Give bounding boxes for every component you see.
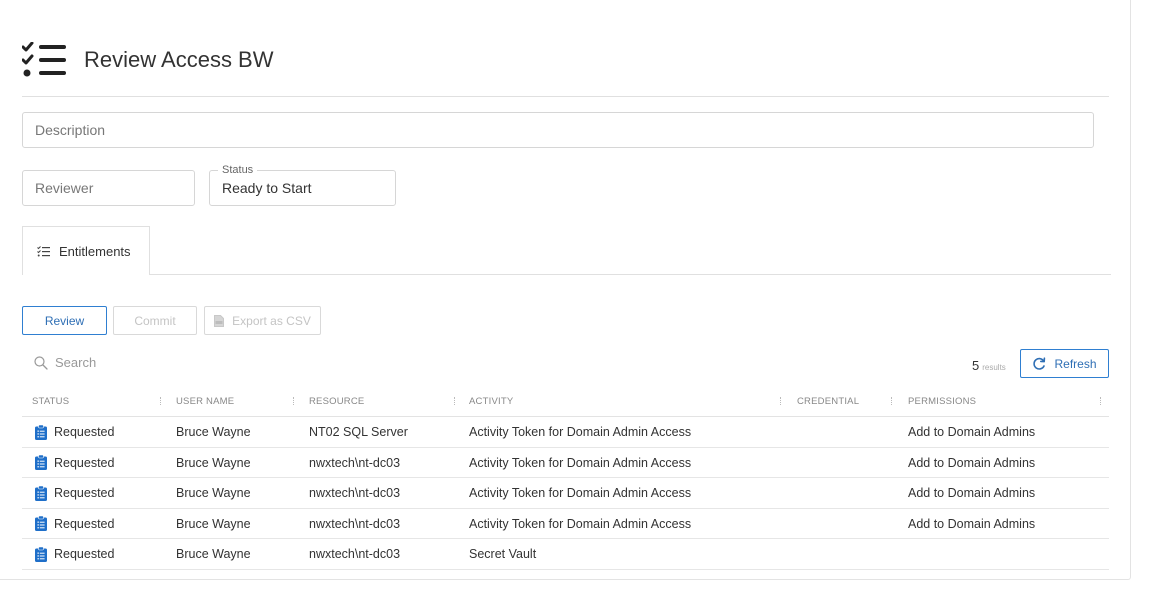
resource-cell: NT02 SQL Server (309, 425, 408, 439)
activity-cell: Activity Token for Domain Admin Access (469, 455, 692, 470)
header-divider (22, 96, 1109, 97)
export-csv-label: Export as CSV (232, 313, 311, 328)
csv-file-icon (214, 314, 225, 327)
review-button[interactable]: Review (22, 306, 107, 335)
description-field[interactable]: Description (22, 112, 1094, 148)
column-resize-handle[interactable] (160, 397, 161, 405)
tab-divider (150, 274, 1111, 275)
search-input[interactable] (55, 355, 255, 370)
page-title: Review Access BW (84, 47, 274, 72)
column-header-credential[interactable]: CREDENTIAL (797, 389, 859, 417)
column-header-status[interactable]: STATUS (32, 389, 69, 417)
status-text: Requested (54, 516, 115, 531)
permissions-cell: Add to Domain Admins (908, 516, 1036, 531)
status-field-value: Ready to Start (222, 180, 312, 196)
table-row[interactable]: Requested Bruce Wayne nwxtech\nt-dc03 Ac… (22, 448, 1109, 479)
column-header-user-name[interactable]: USER NAME (176, 389, 234, 417)
user-name-cell: Bruce Wayne (176, 425, 251, 439)
activity-cell: Activity Token for Domain Admin Access (469, 516, 692, 531)
status-text: Requested (54, 486, 115, 501)
search-icon (34, 355, 48, 370)
status-cell: Requested (35, 417, 114, 447)
resource-cell: nwxtech\nt-dc03 (309, 547, 401, 562)
activity-cell: Secret Vault (469, 547, 537, 562)
results-count-unit: results (982, 363, 1006, 372)
tab-entitlements[interactable]: Entitlements (22, 226, 150, 275)
activity-cell: Activity Token for Domain Admin Access (469, 486, 692, 501)
status-text: Requested (54, 425, 115, 439)
clipboard-icon (35, 424, 47, 440)
permissions-cell: Add to Domain Admins (908, 455, 1036, 470)
export-csv-button[interactable]: Export as CSV (204, 306, 321, 335)
clipboard-icon (35, 455, 47, 471)
refresh-icon (1033, 356, 1046, 370)
status-cell: Requested (35, 448, 114, 478)
column-header-resource[interactable]: RESOURCE (309, 389, 364, 417)
table-row[interactable]: Requested Bruce Wayne nwxtech\nt-dc03 Ac… (22, 509, 1109, 540)
description-placeholder: Description (35, 122, 106, 138)
tab-label: Entitlements (59, 243, 131, 259)
table-header: STATUS USER NAME RESOURCE ACTIVITY CREDE… (22, 389, 1109, 417)
column-header-activity[interactable]: ACTIVITY (469, 389, 513, 417)
checklist-icon (37, 245, 50, 256)
search-box[interactable] (34, 355, 255, 370)
table-row[interactable]: Requested Bruce Wayne NT02 SQL Server Ac… (22, 417, 1109, 448)
table-row[interactable]: Requested Bruce Wayne nwxtech\nt-dc03 Se… (22, 539, 1109, 570)
activity-cell: Activity Token for Domain Admin Access (469, 425, 692, 439)
commit-button[interactable]: Commit (113, 306, 197, 335)
clipboard-icon (35, 516, 47, 532)
status-cell: Requested (35, 509, 114, 539)
user-name-cell: Bruce Wayne (176, 516, 251, 531)
status-cell: Requested (35, 478, 114, 508)
refresh-button[interactable]: Refresh (1020, 349, 1109, 378)
user-name-cell: Bruce Wayne (176, 486, 251, 501)
column-resize-handle[interactable] (1100, 397, 1101, 405)
checklist-icon (22, 42, 66, 77)
reviewer-placeholder: Reviewer (35, 180, 94, 196)
column-resize-handle[interactable] (293, 397, 294, 405)
status-text: Requested (54, 547, 115, 562)
column-resize-handle[interactable] (780, 397, 781, 405)
status-text: Requested (54, 455, 115, 470)
column-header-permissions[interactable]: PERMISSIONS (908, 389, 976, 417)
status-field-label: Status (218, 164, 258, 176)
table-row[interactable]: Requested Bruce Wayne nwxtech\nt-dc03 Ac… (22, 478, 1109, 509)
entitlements-table: STATUS USER NAME RESOURCE ACTIVITY CREDE… (22, 389, 1109, 570)
column-resize-handle[interactable] (891, 397, 892, 405)
resource-cell: nwxtech\nt-dc03 (309, 516, 401, 531)
column-resize-handle[interactable] (454, 397, 455, 405)
permissions-cell: Add to Domain Admins (908, 425, 1036, 439)
resource-cell: nwxtech\nt-dc03 (309, 486, 401, 501)
user-name-cell: Bruce Wayne (176, 547, 251, 562)
resource-cell: nwxtech\nt-dc03 (309, 455, 401, 470)
user-name-cell: Bruce Wayne (176, 455, 251, 470)
clipboard-icon (35, 546, 47, 562)
clipboard-icon (35, 485, 47, 501)
refresh-label: Refresh (1054, 356, 1097, 371)
results-count: 5 results (972, 358, 1006, 373)
results-count-number: 5 (972, 358, 980, 373)
reviewer-field[interactable]: Reviewer (22, 170, 195, 206)
status-field[interactable]: Status Ready to Start (209, 164, 396, 206)
status-cell: Requested (35, 539, 114, 569)
page-header: Review Access BW (22, 42, 274, 78)
permissions-cell: Add to Domain Admins (908, 486, 1036, 501)
